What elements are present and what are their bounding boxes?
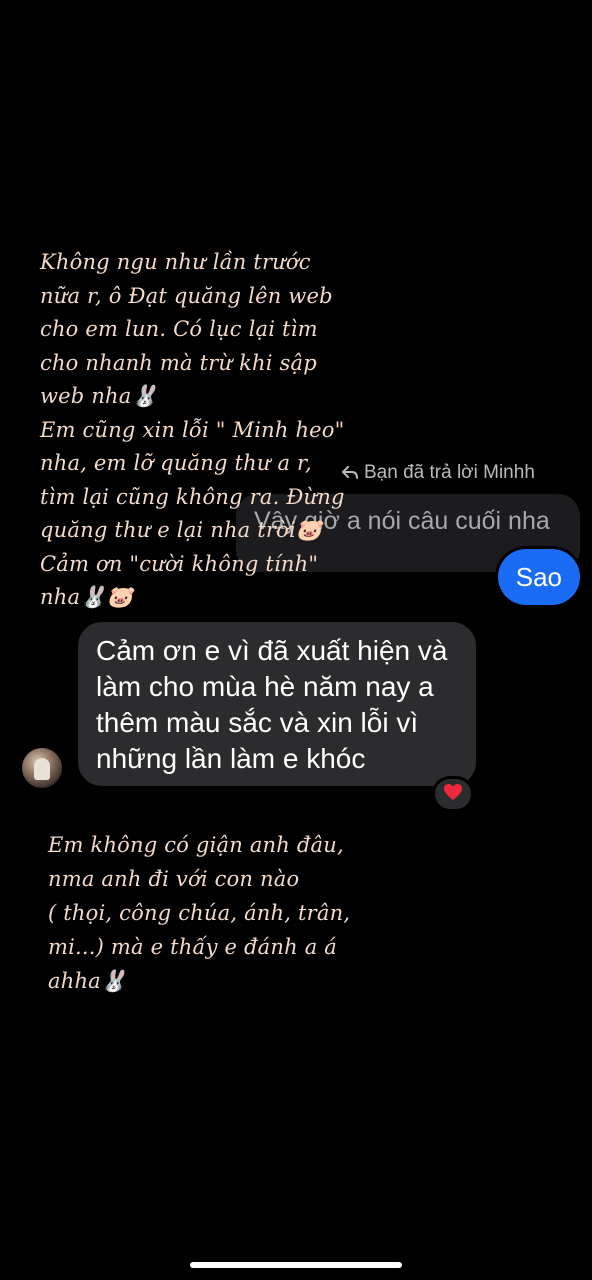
heart-icon — [443, 783, 463, 806]
handwritten-note-bottom: Em không có giận anh đâu, nma anh đi với… — [48, 833, 351, 993]
reply-header: Bạn đã trả lời Minhh — [342, 462, 535, 484]
handwritten-note-top: Không ngu như lần trước nữa r, ô Đạt quă… — [40, 250, 345, 609]
reply-header-label: Bạn đã trả lời Minhh — [364, 462, 535, 483]
avatar[interactable] — [22, 748, 62, 788]
sent-message-bubble[interactable]: Sao — [497, 549, 580, 605]
heart-reaction[interactable] — [432, 776, 474, 812]
received-message-text: Cảm ơn e vì đã xuất hiện và làm cho mùa … — [96, 635, 448, 774]
home-indicator[interactable] — [190, 1262, 402, 1268]
sent-message-text: Sao — [515, 561, 562, 592]
received-message-bubble[interactable]: Cảm ơn e vì đã xuất hiện và làm cho mùa … — [78, 622, 476, 786]
avatar-image — [34, 758, 50, 780]
